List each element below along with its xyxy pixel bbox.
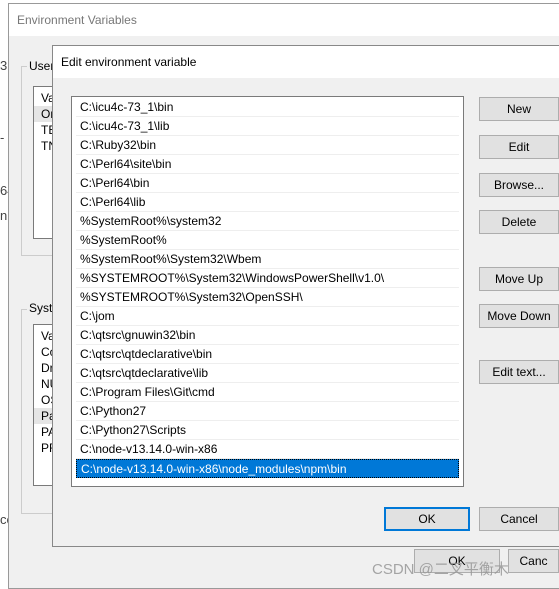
list-item[interactable]: %SystemRoot%\system32 xyxy=(76,212,459,231)
window-title: Environment Variables xyxy=(9,4,559,36)
edge-fragment: n xyxy=(0,208,8,223)
list-item[interactable]: C:\Perl64\site\bin xyxy=(76,155,459,174)
edge-fragment: - xyxy=(0,130,5,145)
new-button[interactable]: New xyxy=(479,97,559,121)
list-item[interactable]: C:\node-v13.14.0-win-x86 xyxy=(76,440,459,459)
list-item[interactable]: C:\Python27\Scripts xyxy=(76,421,459,440)
list-item[interactable]: %SYSTEMROOT%\System32\WindowsPowerShell\… xyxy=(76,269,459,288)
edit-environment-variable-dialog: Edit environment variable C:\icu4c-73_1\… xyxy=(52,45,559,547)
list-item[interactable]: C:\icu4c-73_1\lib xyxy=(76,117,459,136)
list-item[interactable]: %SystemRoot% xyxy=(76,231,459,250)
list-item[interactable]: C:\jom xyxy=(76,307,459,326)
list-item[interactable]: %SystemRoot%\System32\Wbem xyxy=(76,250,459,269)
list-item[interactable]: C:\qtsrc\gnuwin32\bin xyxy=(76,326,459,345)
cancel-button[interactable]: Cancel xyxy=(479,507,559,531)
list-item[interactable]: C:\icu4c-73_1\bin xyxy=(76,98,459,117)
list-item[interactable]: C:\Python27 xyxy=(76,402,459,421)
list-item[interactable]: C:\Perl64\bin xyxy=(76,174,459,193)
list-item[interactable]: %SYSTEMROOT%\System32\OpenSSH\ xyxy=(76,288,459,307)
edit-text-button[interactable]: Edit text... xyxy=(479,360,559,384)
list-item[interactable]: C:\qtsrc\qtdeclarative\bin xyxy=(76,345,459,364)
edit-button[interactable]: Edit xyxy=(479,135,559,159)
edge-fragment: 3 xyxy=(0,58,8,73)
move-down-button[interactable]: Move Down xyxy=(479,304,559,328)
ok-button[interactable]: OK xyxy=(384,507,470,531)
dialog-title: Edit environment variable xyxy=(53,46,559,78)
list-item[interactable]: C:\qtsrc\qtdeclarative\lib xyxy=(76,364,459,383)
list-item[interactable]: C:\Perl64\lib xyxy=(76,193,459,212)
list-item[interactable]: C:\node-v13.14.0-win-x86\node_modules\np… xyxy=(76,459,459,478)
browse-button[interactable]: Browse... xyxy=(479,173,559,197)
delete-button[interactable]: Delete xyxy=(479,210,559,234)
path-list[interactable]: C:\icu4c-73_1\bin C:\icu4c-73_1\lib C:\Rub… xyxy=(71,96,464,487)
watermark: CSDN @二叉平衡木 xyxy=(372,561,509,578)
move-up-button[interactable]: Move Up xyxy=(479,267,559,291)
list-item[interactable]: C:\Ruby32\bin xyxy=(76,136,459,155)
background-cancel-button[interactable]: Canc xyxy=(508,549,559,573)
list-item[interactable]: C:\Program Files\Git\cmd xyxy=(76,383,459,402)
